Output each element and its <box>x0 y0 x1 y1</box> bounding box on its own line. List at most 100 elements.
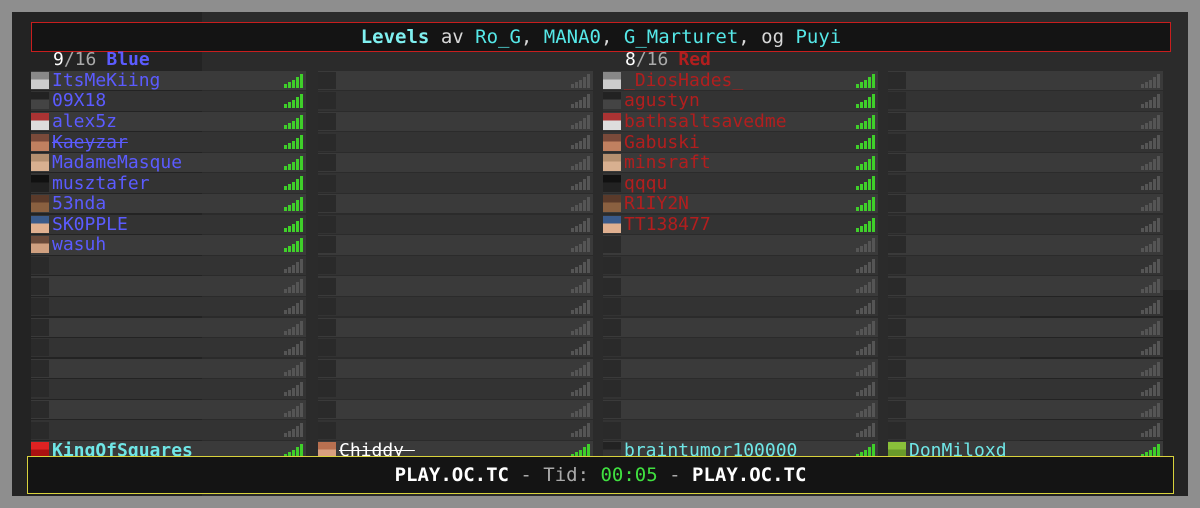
empty-slot-marker <box>318 359 336 377</box>
player-name: musztafer <box>52 173 150 193</box>
header-text: , og <box>738 26 796 48</box>
player-name: agustyn <box>624 91 700 111</box>
player-name: wasuh <box>52 235 107 255</box>
empty-slot <box>888 214 1163 235</box>
empty-slot <box>888 70 1163 90</box>
signal-icon <box>1141 94 1161 109</box>
player-row: wasuh <box>31 235 306 255</box>
empty-slot <box>318 235 593 255</box>
empty-slot-marker <box>318 277 336 295</box>
signal-icon <box>1141 320 1161 335</box>
empty-slot <box>603 379 878 399</box>
empty-slot-marker <box>318 215 336 233</box>
player-name: TT138477 <box>624 214 711 235</box>
footer-text: - <box>657 464 693 486</box>
empty-slot-marker <box>31 401 49 419</box>
player-head-icon <box>31 112 49 130</box>
signal-icon <box>1141 299 1161 314</box>
red-team-column: 8/16 Red _DiosHades_ agustyn bathsaltsavedm… <box>603 50 878 482</box>
header-text: av <box>429 26 476 48</box>
empty-column-4: DonMiloxd <box>888 50 1163 482</box>
empty-slot-marker <box>888 154 906 172</box>
empty-slot <box>31 317 306 337</box>
map-title: Levels <box>360 26 430 48</box>
signal-icon <box>571 382 591 397</box>
map-author: Puyi <box>795 26 842 48</box>
signal-icon <box>284 320 304 335</box>
empty-slot-marker <box>318 71 336 89</box>
signal-icon <box>856 341 876 356</box>
empty-slot-marker <box>603 298 621 316</box>
empty-slot <box>31 276 306 296</box>
player-head-icon <box>603 215 621 233</box>
player-row: bathsaltsavedme <box>603 111 878 132</box>
signal-icon <box>1141 176 1161 191</box>
signal-icon <box>1141 114 1161 129</box>
signal-icon <box>856 361 876 376</box>
signal-icon <box>1141 155 1161 170</box>
empty-slot <box>318 152 593 173</box>
blue-team-count: 9 <box>53 50 64 70</box>
player-row: alex5z <box>31 111 306 132</box>
empty-slot-marker <box>603 277 621 295</box>
empty-slot <box>318 111 593 132</box>
player-row: TT138477 <box>603 214 878 235</box>
empty-slot <box>318 399 593 420</box>
empty-slot <box>888 111 1163 132</box>
empty-slot-marker <box>888 318 906 336</box>
empty-slot <box>888 91 1163 111</box>
empty-slot-marker <box>318 421 336 439</box>
signal-icon <box>284 176 304 191</box>
empty-slot-marker <box>603 380 621 398</box>
signal-icon <box>856 155 876 170</box>
signal-icon <box>571 258 591 273</box>
signal-icon <box>856 176 876 191</box>
blue-team-column: 9/16 Blue ItsMeKiing 09X18 alex5z Kaeyzar Mad… <box>31 50 306 482</box>
player-name: minsraft <box>624 152 711 173</box>
empty-slot <box>318 379 593 399</box>
empty-header <box>888 50 1163 69</box>
empty-slot-marker <box>888 277 906 295</box>
player-row: R1IY2N <box>603 194 878 214</box>
header-text: , <box>520 26 544 48</box>
player-row: 09X18 <box>31 91 306 111</box>
signal-icon <box>856 423 876 438</box>
server-address: PLAY.OC.TC <box>394 464 509 486</box>
player-row: ItsMeKiing <box>31 70 306 90</box>
map-author: Ro_G <box>475 26 521 48</box>
player-head-icon <box>603 133 621 151</box>
signal-icon <box>284 402 304 417</box>
empty-slot <box>318 91 593 111</box>
player-head-icon <box>31 174 49 192</box>
map-author: G_Marturet <box>623 26 739 48</box>
empty-slot <box>318 255 593 276</box>
empty-slot-marker <box>31 256 49 274</box>
signal-icon <box>571 423 591 438</box>
footer-text: - Tid: <box>508 464 601 486</box>
empty-slot-marker <box>888 298 906 316</box>
empty-slot <box>318 317 593 337</box>
empty-slot <box>603 235 878 255</box>
signal-icon <box>1141 279 1161 294</box>
empty-slot-marker <box>318 401 336 419</box>
empty-slot <box>31 399 306 420</box>
signal-icon <box>284 279 304 294</box>
signal-icon <box>1141 238 1161 253</box>
empty-slot <box>318 338 593 358</box>
empty-slot-marker <box>603 256 621 274</box>
signal-icon <box>284 217 304 232</box>
empty-slot-marker <box>888 195 906 213</box>
signal-icon <box>1141 73 1161 88</box>
player-name: alex5z <box>52 111 118 132</box>
signal-icon <box>571 217 591 232</box>
signal-icon <box>1141 361 1161 376</box>
player-row: _DiosHades_ <box>603 70 878 90</box>
signal-icon <box>284 114 304 129</box>
empty-slot <box>318 296 593 317</box>
empty-slot-marker <box>888 401 906 419</box>
blue-team-name: Blue <box>106 50 150 70</box>
empty-slot-marker <box>318 112 336 130</box>
blue-team-total: /16 <box>63 50 97 70</box>
empty-slot-marker <box>318 318 336 336</box>
player-name: SK0PPLE <box>52 214 128 235</box>
